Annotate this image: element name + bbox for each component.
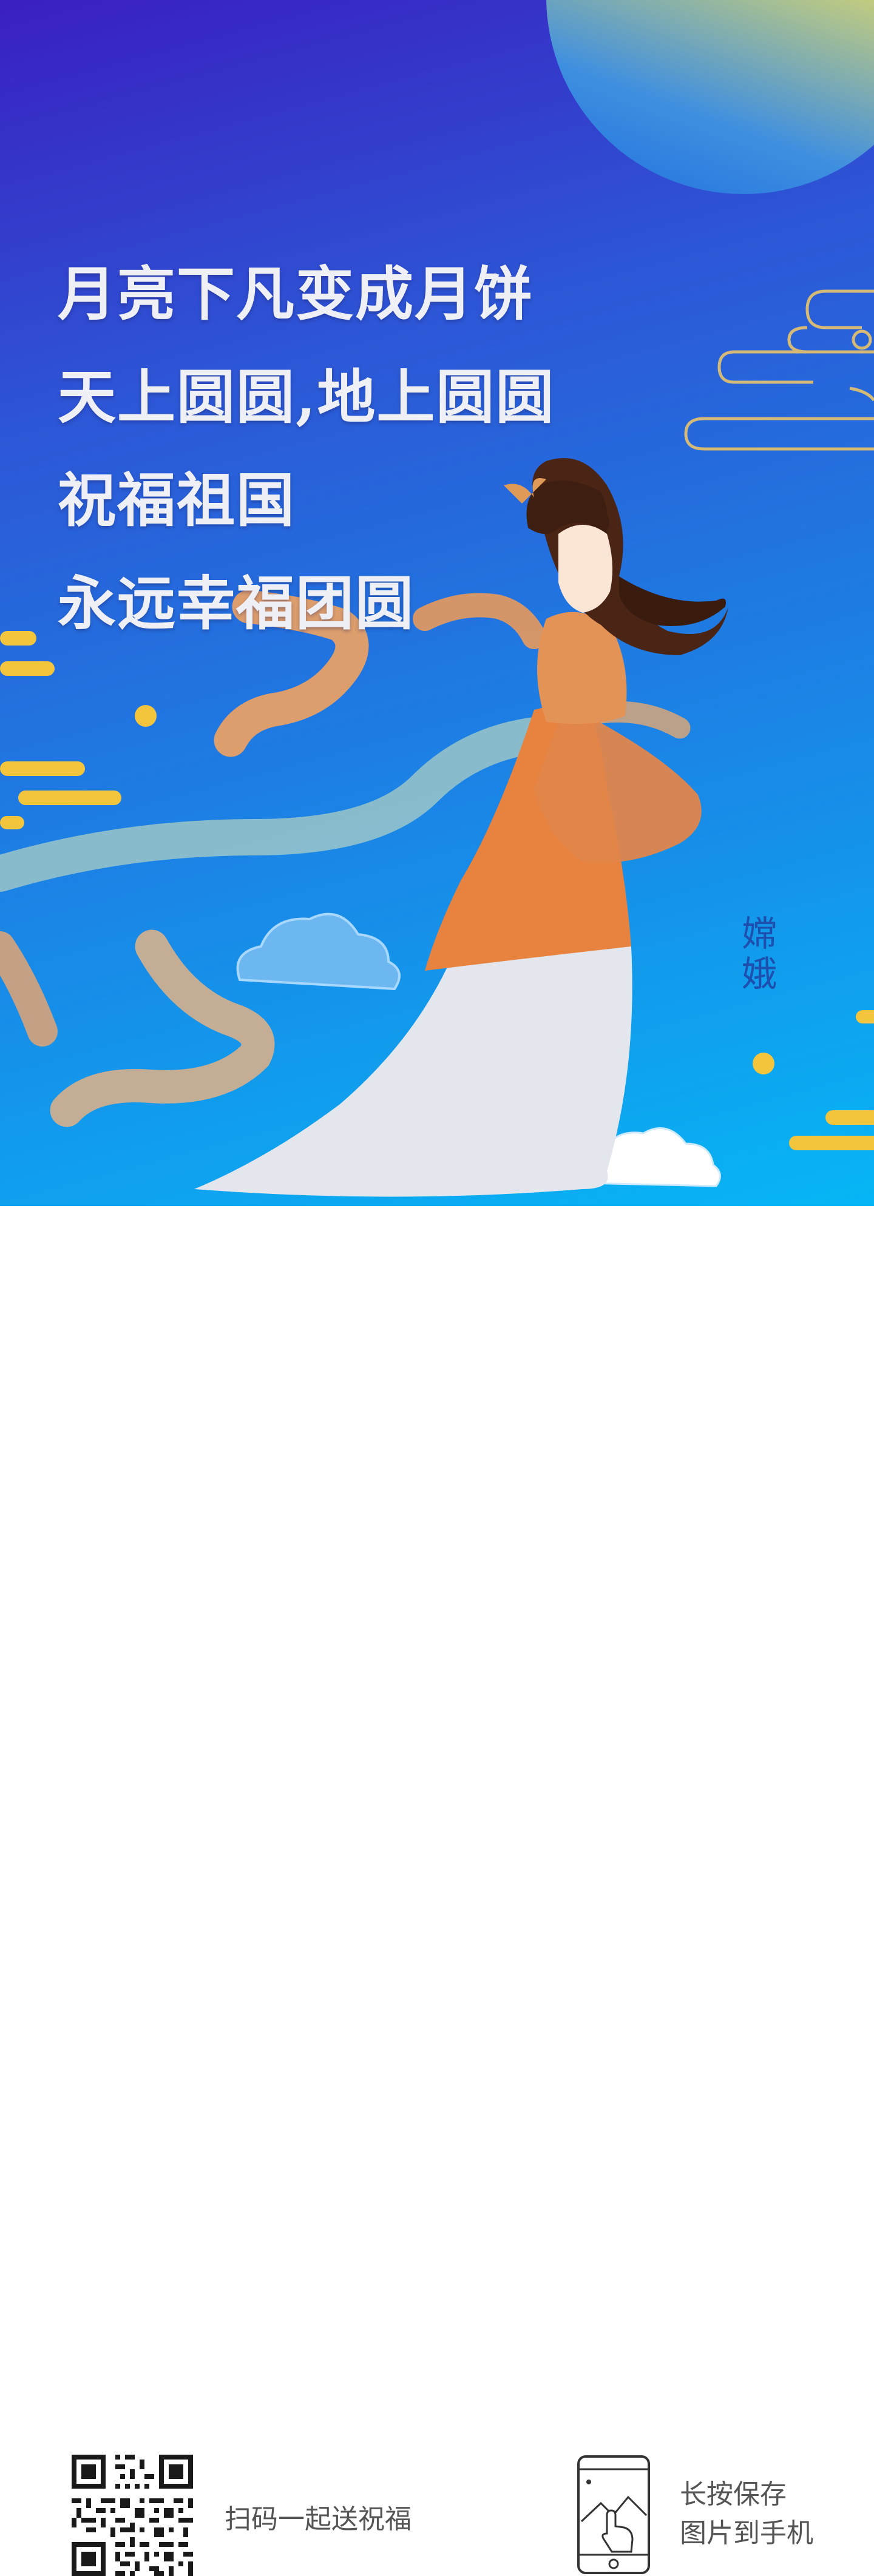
headline: 月亮下凡变成月饼 天上圆圆,地上圆圆 祝福祖国 永远幸福团圆: [58, 243, 555, 655]
phone-hand-icon: [577, 2455, 650, 2574]
headline-line-2: 天上圆圆,地上圆圆: [58, 363, 555, 431]
yellow-right-decoration: [753, 1010, 874, 1150]
yellow-left-decoration: [0, 631, 157, 829]
gold-cloud-decoration: [684, 289, 874, 451]
save-instruction: 长按保存 图片到手机: [680, 2475, 813, 2553]
headline-line-1: 月亮下凡变成月饼: [58, 260, 534, 328]
headline-line-4: 永远幸福团圆: [58, 569, 415, 638]
face: [558, 525, 612, 613]
headline-line-3: 祝福祖国: [58, 466, 296, 534]
save-line-1: 长按保存: [680, 2479, 787, 2510]
save-line-2: 图片到手机: [680, 2518, 813, 2549]
qr-code-icon[interactable]: [72, 2455, 193, 2576]
footer: 扫码一起送祝福 长按保存 图片到手机: [0, 1206, 874, 2576]
poster: 月亮下凡变成月饼 天上圆圆,地上圆圆 祝福祖国 永远幸福团圆 嫦娥: [0, 0, 874, 1206]
blue-cloud: [236, 912, 401, 991]
scan-instruction: 扫码一起送祝福: [225, 2504, 412, 2535]
character-label: 嫦娥: [736, 915, 777, 995]
